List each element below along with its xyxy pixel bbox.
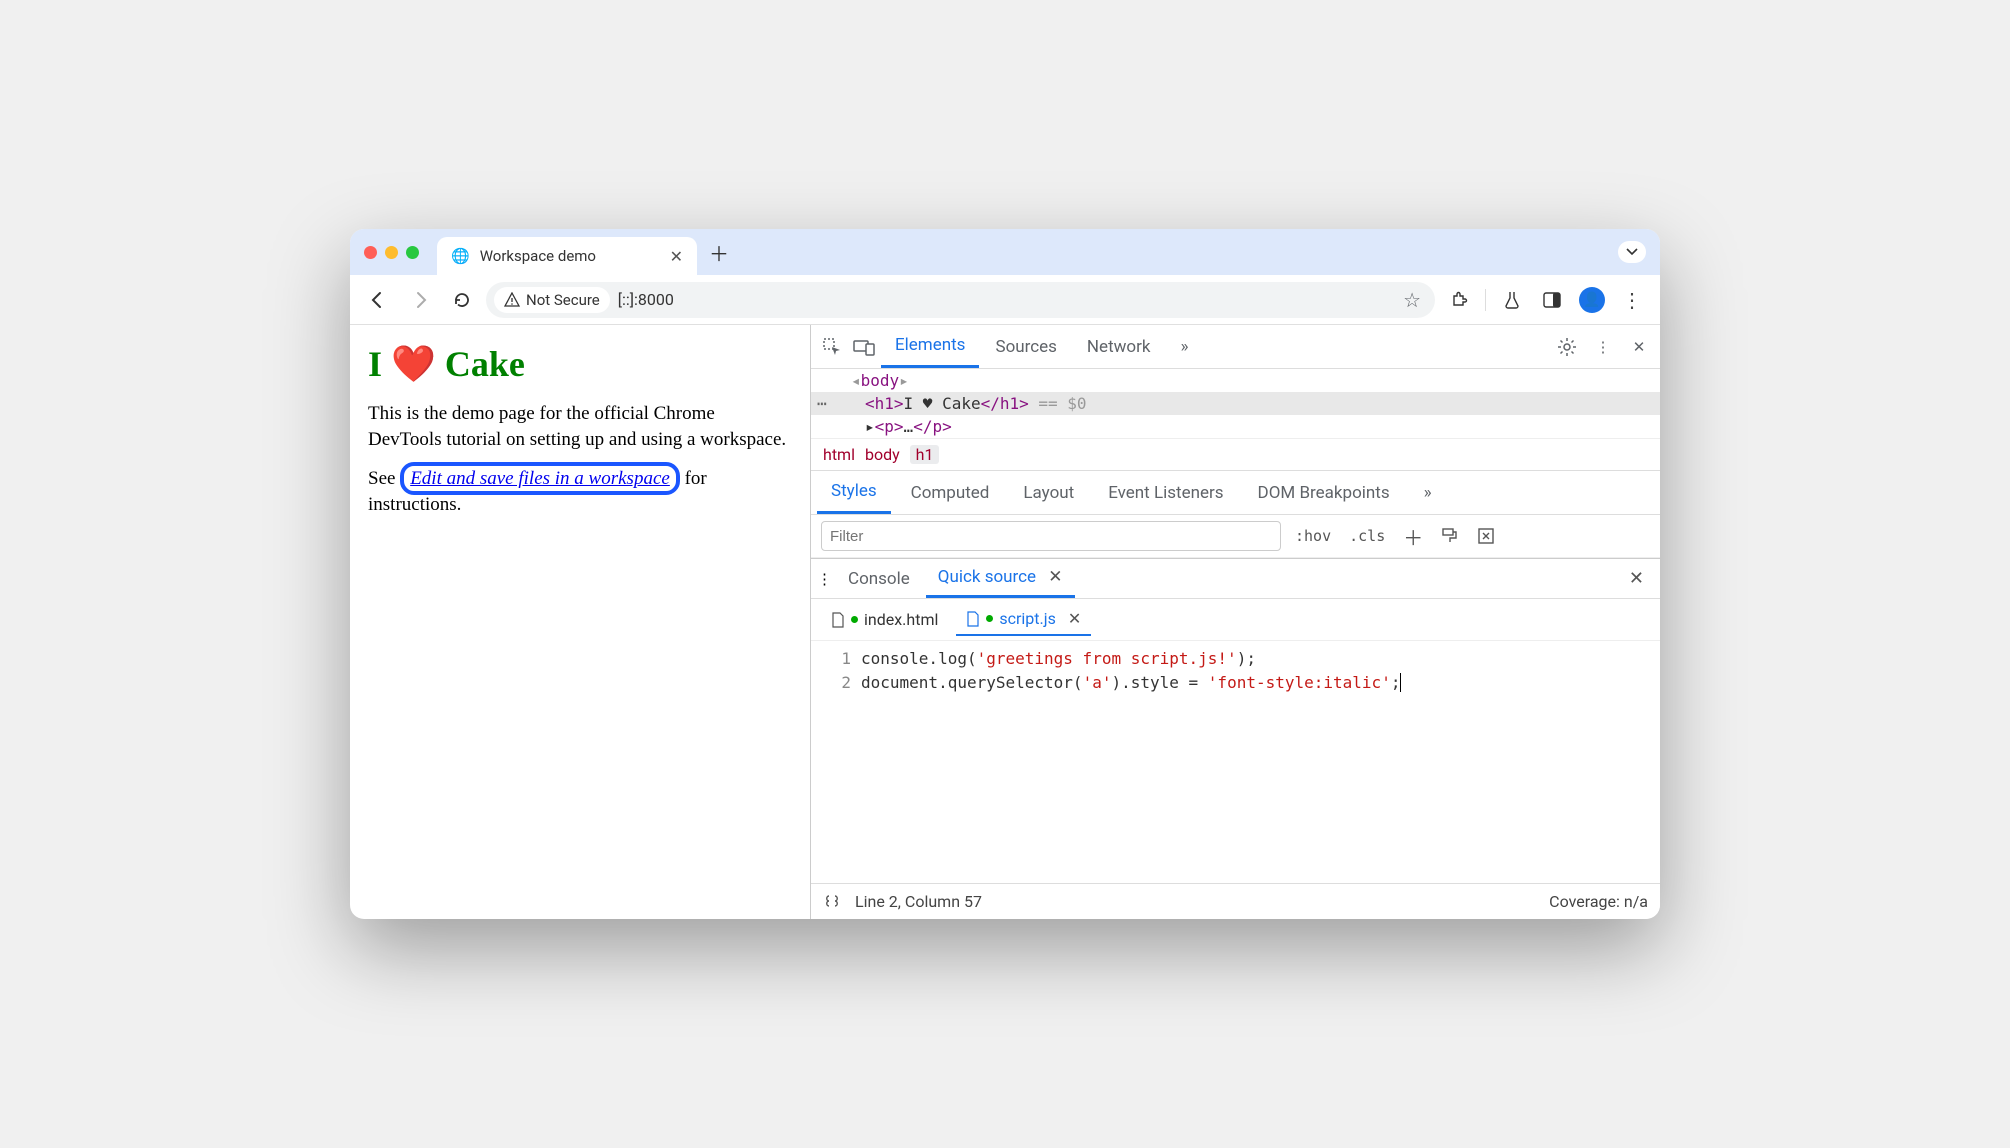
page-viewport: I ❤️ Cake This is the demo page for the … [350,325,810,919]
minimize-window-button[interactable] [385,246,398,259]
content-area: I ❤️ Cake This is the demo page for the … [350,325,1660,919]
file-name: script.js [999,609,1055,628]
cursor-position: Line 2, Column 57 [855,892,982,911]
devtools-drawer: ⋮ Console Quick source ✕ ✕ index.html [811,558,1660,919]
hov-toggle[interactable]: :hov [1291,527,1335,545]
line-gutter: 12 [811,641,861,883]
tab-quick-source[interactable]: Quick source ✕ [926,559,1075,598]
dom-node[interactable]: ▸<p>…</p> [811,415,1660,438]
more-tabs-icon[interactable]: » [1166,327,1202,367]
crumb-html[interactable]: html [823,445,855,464]
file-tabs: index.html script.js ✕ [811,599,1660,641]
page-paragraph-2: See Edit and save files in a workspace f… [368,466,792,517]
tab-label: Quick source [938,567,1036,587]
close-window-button[interactable] [364,246,377,259]
file-tab-index[interactable]: index.html [821,604,948,635]
drawer-tabbar: ⋮ Console Quick source ✕ ✕ [811,559,1660,599]
dom-text: I ♥ Cake [904,394,981,413]
side-panel-icon[interactable] [1534,282,1570,318]
tab-network[interactable]: Network [1073,327,1165,367]
warning-icon [504,292,520,308]
page-heading: I ❤️ Cake [368,343,792,385]
profile-avatar[interactable]: 👤 [1574,282,1610,318]
address-text: [::]:8000 [618,290,674,309]
browser-tab[interactable]: 🌐 Workspace demo ✕ [437,237,697,275]
styles-filter-input[interactable] [821,521,1281,551]
devtools-panel: Elements Sources Network » ⋮ ✕ ◂body▸ <h… [810,325,1660,919]
forward-button[interactable] [402,282,438,318]
file-name: index.html [864,610,938,629]
tab-sources[interactable]: Sources [981,327,1070,367]
code-editor[interactable]: 12 console.log('greetings from script.js… [811,641,1660,883]
bookmark-star-icon[interactable]: ☆ [1403,288,1427,312]
link-highlight: Edit and save files in a workspace [400,462,680,495]
window-controls [364,246,419,259]
back-button[interactable] [360,282,396,318]
file-tab-script[interactable]: script.js ✕ [956,603,1091,636]
elements-dom-tree[interactable]: ◂body▸ <h1>I ♥ Cake</h1> == $0 ▸<p>…</p> [811,369,1660,438]
titlebar: 🌐 Workspace demo ✕ ＋ [350,229,1660,275]
close-file-icon[interactable]: ✕ [1068,609,1081,628]
inspect-element-icon[interactable] [817,332,847,362]
device-toolbar-icon[interactable] [849,332,879,362]
tab-styles[interactable]: Styles [817,471,891,514]
tab-dom-breakpoints[interactable]: DOM Breakpoints [1244,473,1404,513]
statusbar: Line 2, Column 57 Coverage: n/a [811,883,1660,919]
tag-close: </h1> [981,394,1029,413]
security-chip[interactable]: Not Secure [494,287,610,313]
page-paragraph-1: This is the demo page for the official C… [368,401,792,452]
text-fragment: See [368,468,400,489]
toolbar: Not Secure [::]:8000 ☆ 👤 ⋮ [350,275,1660,325]
code-content: console.log('greetings from script.js!')… [861,641,1411,883]
tab-event-listeners[interactable]: Event Listeners [1094,473,1237,513]
new-style-rule-icon[interactable]: ＋ [1399,522,1427,551]
address-bar[interactable]: Not Secure [::]:8000 ☆ [486,282,1435,318]
dom-node[interactable]: ◂body▸ [811,369,1660,392]
more-styles-tabs-icon[interactable]: » [1410,473,1446,513]
tag-open: <h1> [865,394,904,413]
browser-window: 🌐 Workspace demo ✕ ＋ Not Secure [::]:8 [350,229,1660,919]
breadcrumb: html body h1 [811,438,1660,471]
tab-title: Workspace demo [480,247,596,265]
tab-computed[interactable]: Computed [897,473,1004,513]
globe-icon: 🌐 [451,247,470,265]
coverage-status: Coverage: n/a [1549,892,1648,911]
new-tab-button[interactable]: ＋ [705,238,733,266]
styles-toolbar: :hov .cls ＋ [811,515,1660,558]
maximize-window-button[interactable] [406,246,419,259]
tab-console[interactable]: Console [836,561,922,597]
close-devtools-icon[interactable]: ✕ [1624,332,1654,362]
security-label: Not Secure [526,291,600,309]
flex-icon[interactable] [1473,527,1499,545]
tab-elements[interactable]: Elements [881,325,979,368]
crumb-h1[interactable]: h1 [910,445,940,464]
kebab-menu-icon[interactable]: ⋮ [1588,332,1618,362]
gear-icon[interactable] [1552,332,1582,362]
crumb-body[interactable]: body [865,445,900,464]
tutorial-link[interactable]: Edit and save files in a workspace [410,468,670,489]
pretty-print-icon[interactable] [823,894,841,910]
modified-dot-icon [986,615,993,622]
drawer-menu-icon[interactable]: ⋮ [817,570,832,588]
styles-tabbar: Styles Computed Layout Event Listeners D… [811,471,1660,515]
labs-icon[interactable] [1494,282,1530,318]
chrome-menu-icon[interactable]: ⋮ [1614,282,1650,318]
toolbar-icons: 👤 ⋮ [1441,282,1650,318]
paint-icon[interactable] [1437,527,1463,545]
modified-dot-icon [851,616,858,623]
cls-toggle[interactable]: .cls [1345,527,1389,545]
reload-button[interactable] [444,282,480,318]
close-tab-icon[interactable]: ✕ [670,247,683,266]
tab-search-button[interactable] [1618,241,1646,263]
close-tab-icon[interactable]: ✕ [1048,567,1062,587]
extensions-icon[interactable] [1441,282,1477,318]
dom-node-selected[interactable]: <h1>I ♥ Cake</h1> == $0 [811,392,1660,415]
tab-layout[interactable]: Layout [1009,473,1088,513]
selected-marker: == $0 [1029,394,1087,413]
close-drawer-icon[interactable]: ✕ [1619,568,1654,589]
divider [1485,289,1486,311]
devtools-tabbar: Elements Sources Network » ⋮ ✕ [811,325,1660,369]
